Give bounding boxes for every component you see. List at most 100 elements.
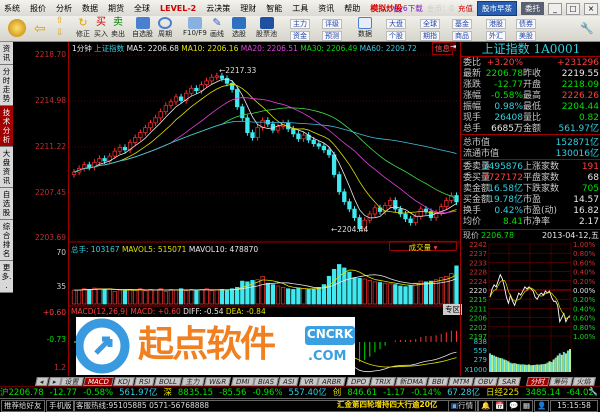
quote-row: 均价 8.41 市净率 2.17: [461, 217, 600, 228]
home-button[interactable]: [8, 19, 26, 37]
indicator-tab[interactable]: OBV: [472, 377, 498, 386]
menu-item[interactable]: 数据: [82, 3, 98, 14]
menu-item[interactable]: 帮助: [344, 3, 360, 14]
period-button[interactable]: 周期: [158, 17, 172, 39]
recommend-button[interactable]: 推荐给好友: [1, 400, 45, 412]
toolbar-small-button[interactable]: 预测: [322, 31, 342, 41]
volume-bar: [275, 285, 281, 305]
share-icon[interactable]: ▦: [520, 400, 534, 412]
menu-item[interactable]: 报价: [30, 3, 46, 14]
toolbar-small-button[interactable]: 基金: [452, 19, 472, 29]
toolbar-small-button[interactable]: 评级: [322, 19, 342, 29]
intraday-chart[interactable]: 2242 1.00% 2237 0.80% 2233 0.60% 2228 0.40% 2224…: [461, 240, 600, 376]
menu-item[interactable]: 全球: [134, 3, 150, 14]
indicator-tab[interactable]: MTM: [447, 377, 474, 386]
toolbar-small-button[interactable]: 商品: [452, 31, 472, 41]
maximize-button[interactable]: □: [566, 2, 580, 15]
down-button[interactable]: ⇩: [56, 28, 64, 38]
indicator-tab[interactable]: SAR: [496, 377, 522, 386]
ticker-settings-icon[interactable]: 🔧: [588, 387, 598, 396]
minimize-button[interactable]: _: [548, 2, 562, 15]
side-tab-market-news[interactable]: 大盘资讯: [0, 147, 13, 188]
news-headline[interactable]: 汇金第四轮增持四大行逾20亿: [335, 400, 439, 412]
side-tab-technical[interactable]: 技术分析: [0, 106, 13, 147]
toolbar-small-button[interactable]: 全球: [420, 19, 440, 29]
toolbar-small-button[interactable]: 期指: [420, 31, 440, 41]
toolbar-small-button[interactable]: 债券: [516, 19, 536, 29]
menu-item[interactable]: 工具: [292, 3, 308, 14]
toolbar-small-button[interactable]: 大盘: [386, 19, 406, 29]
draw-button[interactable]: ✎ 画线: [210, 17, 224, 39]
quote-value-2: 0.82: [578, 113, 599, 123]
indicator-tab[interactable]: DMI: [230, 377, 255, 386]
mobile-button[interactable]: 手机版: [46, 400, 75, 412]
candle-body: [250, 132, 255, 138]
side-tab-news[interactable]: 资讯: [0, 42, 13, 65]
indicator-tab[interactable]: DPO: [345, 377, 371, 386]
entrust-button[interactable]: 委托: [521, 2, 544, 15]
toolbar-small-button[interactable]: 个股: [386, 31, 406, 41]
recharge-link[interactable]: 充值: [458, 3, 473, 14]
indicator-tab[interactable]: BIAS: [253, 377, 280, 386]
side-tab-intraday[interactable]: 分时走势: [0, 65, 13, 106]
settings-wrench-button[interactable]: 🔧: [580, 22, 594, 35]
close-button[interactable]: ×: [584, 2, 598, 15]
side-tab-watchlist[interactable]: 自选股: [0, 188, 13, 220]
quotes-button[interactable]: ▣行情: [448, 400, 477, 412]
stock-pool-button[interactable]: 股票池: [256, 17, 277, 39]
toolbar-small-button[interactable]: 主力: [290, 19, 310, 29]
menu-item[interactable]: 智能: [266, 3, 282, 14]
side-tab-ranking[interactable]: 综合排名: [0, 220, 13, 261]
buy-button[interactable]: 买买入: [94, 17, 108, 39]
sell-label: 卖出: [111, 30, 125, 38]
scroll-right-button[interactable]: ▸: [47, 377, 61, 386]
toolbar-small-button[interactable]: 资金: [290, 31, 310, 41]
indicator-tab[interactable]: BOLL: [154, 377, 183, 386]
side-tab-more[interactable]: 更多..: [0, 261, 13, 293]
settings-tab[interactable]: 设置: [60, 377, 84, 386]
menu-item[interactable]: 分析: [56, 3, 72, 14]
toolbar-small-button[interactable]: 外汇: [486, 31, 506, 41]
indicator-tab[interactable]: VR: [298, 377, 319, 386]
volume-bar: [301, 288, 306, 305]
indicator-select[interactable]: 成交量 ▾: [389, 241, 457, 252]
indicator-tab[interactable]: 主力: [181, 377, 206, 386]
stock-pick-button[interactable]: 选股: [232, 17, 246, 39]
menu-item[interactable]: 云决策: [206, 3, 230, 14]
volume-bar: [112, 291, 117, 305]
scroll-left-button[interactable]: ◂: [35, 377, 49, 386]
watchlist-button[interactable]: 自选股: [132, 17, 153, 39]
intraday-volume-tick: X1000: [464, 366, 487, 374]
user-icon[interactable]: 👤: [534, 400, 550, 412]
menu-item[interactable]: 理财: [240, 3, 256, 14]
morning-tea-button[interactable]: 股市早茶: [477, 1, 517, 16]
quote-row: 委比 +3.20% +231296: [461, 58, 600, 69]
toolbar-small-button[interactable]: 港股: [486, 19, 506, 29]
right-panel-tab[interactable]: 筹码: [549, 377, 574, 386]
indicator-tab[interactable]: BBI: [426, 377, 449, 386]
indicator-tab[interactable]: W&R: [204, 377, 232, 386]
menu-item[interactable]: 系统: [4, 3, 20, 14]
mavol10: MAVOL10: 478870: [188, 245, 259, 254]
sell-button[interactable]: 卖卖出: [111, 17, 125, 39]
indicator-tab[interactable]: ARBR: [317, 377, 347, 386]
right-panel-tab[interactable]: 火焰: [572, 377, 597, 386]
download-link[interactable]: py6下载: [394, 3, 423, 14]
indicator-tab[interactable]: RSI: [134, 377, 156, 386]
data-button[interactable]: 数据: [358, 17, 372, 39]
indicator-tab[interactable]: TRIX: [369, 377, 396, 386]
toolbar-small-button[interactable]: 美股: [516, 31, 536, 41]
menu-item[interactable]: 期货: [108, 3, 124, 14]
up-button[interactable]: ⇧: [56, 16, 64, 26]
indicator-tab[interactable]: ASI: [278, 377, 300, 386]
right-panel-tab[interactable]: 分时: [526, 377, 551, 386]
indicator-tab[interactable]: MACD: [83, 377, 114, 386]
refresh-icon: ↻: [78, 16, 88, 29]
menu-item[interactable]: 资讯: [318, 3, 334, 14]
back-button[interactable]: ⇦: [34, 21, 46, 37]
f10-button[interactable]: F10/F9: [183, 17, 207, 37]
menu-item[interactable]: LEVEL-2: [160, 4, 196, 13]
fix-button[interactable]: ↻ 修正: [76, 17, 90, 39]
indicator-tab[interactable]: 新DMA: [394, 377, 428, 386]
indicator-tab[interactable]: KDJ: [113, 377, 136, 386]
